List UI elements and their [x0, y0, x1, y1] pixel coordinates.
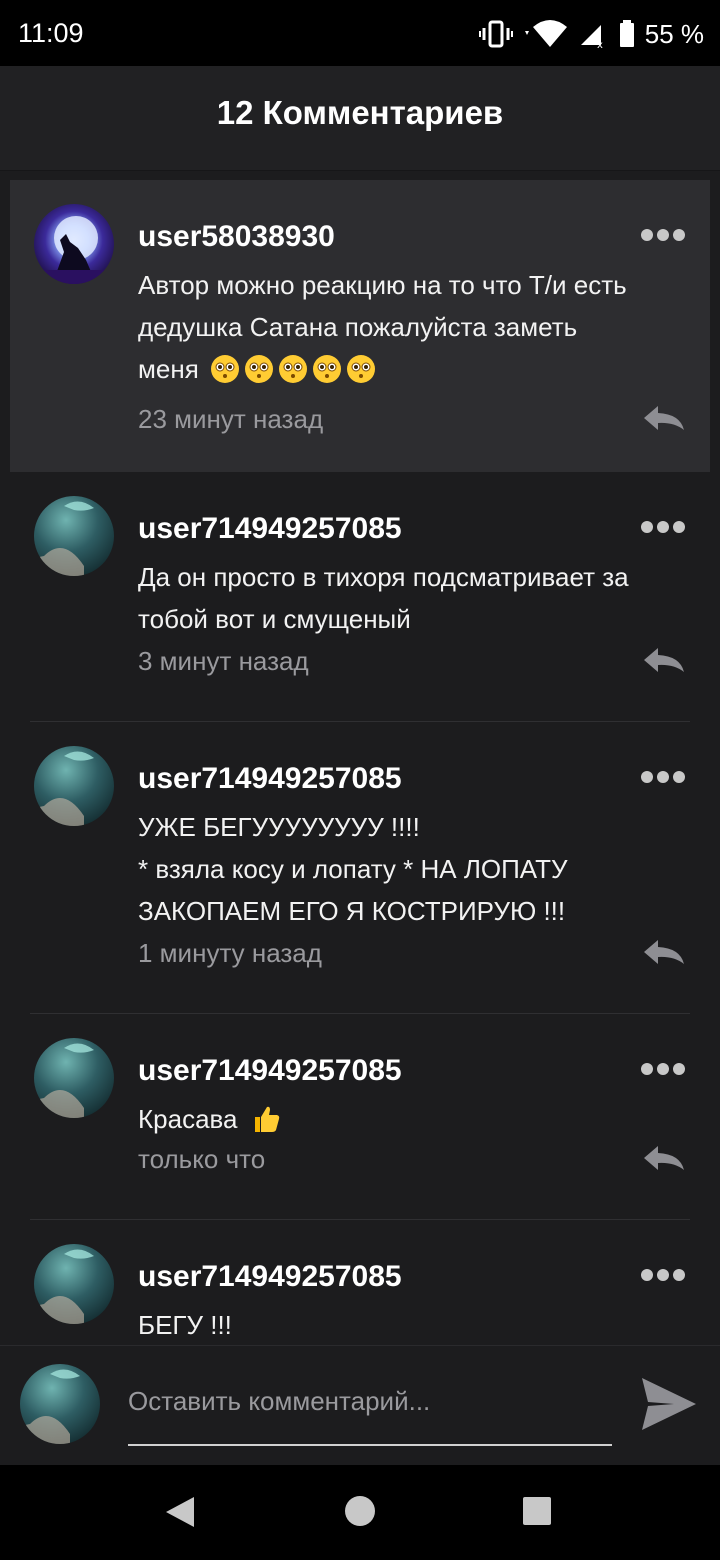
more-dots-icon[interactable]	[640, 1268, 686, 1282]
comment-input-wrap[interactable]	[128, 1366, 612, 1446]
avatar[interactable]	[34, 204, 114, 284]
wolf-moon-avatar-icon	[34, 204, 114, 284]
avatar[interactable]	[34, 746, 114, 826]
thumbs-up-icon	[254, 1106, 279, 1132]
nav-recents-icon[interactable]	[522, 1496, 552, 1526]
avatar[interactable]	[34, 1038, 114, 1118]
comment-time: 3 минут назад	[138, 646, 309, 676]
flushed-face-icon	[279, 355, 308, 383]
comment-username[interactable]: user714949257085	[138, 512, 402, 546]
reply-arrow-icon[interactable]	[642, 938, 686, 966]
comment-list[interactable]: user58038930 Автор можно реакцию на то ч…	[10, 180, 710, 1345]
page-title: 12 Комментариев	[216, 94, 504, 131]
cell-signal-icon: x	[580, 25, 603, 49]
teal-portrait-avatar-icon	[20, 1364, 100, 1444]
comment-text: БЕГУ !!!	[138, 1304, 693, 1345]
comment-text-line: ЗАКОПАЕМ ЕГО Я КОСТРИРУЮ !!!	[138, 896, 566, 926]
comment-text-line: тобой вот и смущеный	[138, 604, 411, 634]
wifi-icon	[524, 20, 567, 47]
status-icons: x 55 %	[478, 16, 704, 52]
comment-item[interactable]: user714949257085 УЖЕ БЕГУУУУУУУУ !!!! * …	[10, 722, 710, 1014]
comment-text-line: Автор можно реакцию на то что Т/и есть	[138, 270, 627, 300]
comment-text-line: Красава	[138, 1098, 693, 1140]
system-nav-bar	[0, 1465, 720, 1560]
battery-percent: 55 %	[644, 18, 704, 49]
comment-item[interactable]: user58038930 Автор можно реакцию на то ч…	[10, 180, 710, 472]
comment-text-line: Да он просто в тихоря подсматривает за	[138, 562, 629, 592]
svg-text:x: x	[597, 40, 603, 49]
comment-text-line: меня	[138, 348, 693, 390]
status-time: 11:09	[18, 18, 84, 48]
teal-portrait-avatar-icon	[34, 496, 114, 576]
flushed-face-icon	[313, 355, 342, 383]
more-dots-icon[interactable]	[640, 228, 686, 242]
comment-username[interactable]: user714949257085	[138, 1054, 402, 1088]
nav-back-icon[interactable]	[164, 1495, 196, 1529]
comment-text-line: УЖЕ БЕГУУУУУУУУ !!!!	[138, 812, 420, 842]
more-dots-icon[interactable]	[640, 520, 686, 534]
avatar[interactable]	[34, 496, 114, 576]
nav-home-icon[interactable]	[344, 1495, 376, 1527]
vibrate-icon	[478, 20, 513, 48]
comment-time: 1 минуту назад	[138, 938, 322, 968]
comment-input[interactable]	[128, 1386, 608, 1417]
my-avatar	[20, 1364, 100, 1444]
comment-username[interactable]: user714949257085	[138, 762, 402, 796]
more-dots-icon[interactable]	[640, 1062, 686, 1076]
comment-text-segment: Красава	[138, 1104, 238, 1134]
teal-portrait-avatar-icon	[34, 1038, 114, 1118]
comment-text: УЖЕ БЕГУУУУУУУУ !!!! * взяла косу и лопа…	[138, 806, 693, 932]
comment-username[interactable]: user58038930	[138, 220, 335, 254]
flushed-face-icon	[211, 355, 240, 383]
comment-text: Красава	[138, 1098, 693, 1140]
comment-item[interactable]: user714949257085 Да он просто в тихоря п…	[10, 472, 710, 722]
flushed-face-icon	[347, 355, 376, 383]
comment-time: только что	[138, 1144, 266, 1174]
reply-arrow-icon[interactable]	[642, 646, 686, 674]
send-icon[interactable]	[640, 1376, 698, 1432]
teal-portrait-avatar-icon	[34, 746, 114, 826]
comment-text-line: БЕГУ !!!	[138, 1310, 232, 1340]
comment-text-segment: меня	[138, 354, 199, 384]
teal-portrait-avatar-icon	[34, 1244, 114, 1324]
more-dots-icon[interactable]	[640, 770, 686, 784]
comment-item[interactable]: user714949257085 Красава только что	[10, 1014, 710, 1220]
comment-time: 23 минут назад	[138, 404, 324, 434]
comment-item[interactable]: user714949257085 БЕГУ !!!	[10, 1220, 710, 1345]
flushed-face-icon	[245, 355, 274, 383]
reply-arrow-icon[interactable]	[642, 404, 686, 432]
reply-arrow-icon[interactable]	[642, 1144, 686, 1172]
comment-text-line: * взяла косу и лопату * НА ЛОПАТУ	[138, 854, 568, 884]
status-bar: 11:09 x 55 %	[0, 0, 720, 66]
comment-composer	[0, 1345, 720, 1466]
battery-icon	[619, 20, 634, 47]
comment-text-line: дедушка Сатана пожалуйста заметь	[138, 312, 578, 342]
comment-username[interactable]: user714949257085	[138, 1260, 402, 1294]
comment-text: Автор можно реакцию на то что Т/и есть д…	[138, 264, 693, 390]
avatar[interactable]	[34, 1244, 114, 1324]
comment-text: Да он просто в тихоря подсматривает за т…	[138, 556, 693, 640]
comments-header: 12 Комментариев	[0, 66, 720, 171]
